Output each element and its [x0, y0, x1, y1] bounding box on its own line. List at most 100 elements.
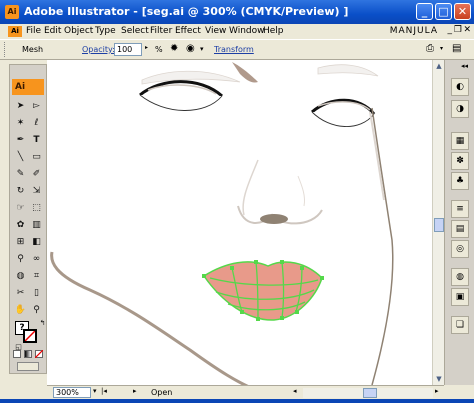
eyedropper-tool-icon[interactable]: ⚲	[14, 253, 27, 265]
cheek-outline	[371, 107, 394, 385]
graphic-styles-panel-button[interactable]: ▣	[451, 288, 469, 306]
printer-dropdown-icon[interactable]: ▾	[440, 45, 443, 52]
magic-wand-tool-icon[interactable]: ✶	[14, 117, 27, 129]
menu-bar: Ai File Edit Object Type Select Filter E…	[0, 24, 474, 39]
menu-edit[interactable]: Edit	[44, 26, 61, 36]
free-transform-tool-icon[interactable]: ⬚	[30, 202, 43, 214]
horizontal-scroll-thumb[interactable]	[363, 388, 377, 398]
grip-handle[interactable]	[4, 42, 7, 57]
printer-icon[interactable]: ⎙	[426, 43, 434, 54]
live-paint-tool-icon[interactable]: ◍	[14, 270, 27, 282]
sun-icon[interactable]: ✹	[170, 43, 178, 54]
mesh-tool-icon[interactable]: ⊞	[14, 236, 27, 248]
percent-label: %	[155, 45, 163, 54]
style-dropdown-icon[interactable]: ▾	[200, 45, 204, 53]
right-panel-dock: ◂◂ ◐ ◑ ▦ ✽ ♣ ≡ ▤ ◎ ◍ ▣ ❏	[444, 60, 474, 385]
scroll-right-icon[interactable]: ▸	[435, 387, 439, 395]
paintbrush-tool-icon[interactable]: ✎	[14, 168, 27, 180]
menu-type[interactable]: Type	[95, 26, 116, 36]
app-icon: Ai	[5, 5, 19, 19]
screen-mode-button[interactable]	[17, 362, 39, 371]
brushes-panel-button[interactable]: ✽	[451, 152, 469, 170]
toolbox-panel: Ai ➤ ▻ ✶ ℓ ✒ T ╲ ▭ ✎ ✐ ↻ ⇲ ☞ ⬚ ✿ ▥ ⊞ ◧ ⚲…	[9, 64, 47, 374]
opacity-link[interactable]: Opacity:	[82, 45, 115, 54]
pen-tool-icon[interactable]: ✒	[14, 134, 27, 146]
scissors-tool-icon[interactable]: ✂	[14, 287, 27, 299]
palette-menu-icon[interactable]: ▤	[452, 43, 461, 54]
scale-tool-icon[interactable]: ⇲	[30, 185, 43, 197]
nose-side	[297, 175, 305, 207]
opacity-dropdown-icon[interactable]: ▸	[145, 44, 148, 51]
lasso-tool-icon[interactable]: ℓ	[30, 117, 43, 129]
vertical-scroll-thumb[interactable]	[434, 218, 444, 232]
document-icon[interactable]: Ai	[8, 26, 22, 37]
menu-filter[interactable]: Filter	[150, 26, 172, 36]
color-panel-button[interactable]: ◐	[451, 78, 469, 96]
horizontal-scrollbar[interactable]	[303, 388, 433, 398]
toolbox-logo: Ai	[12, 79, 44, 95]
menu-effect[interactable]: Effect	[175, 26, 201, 36]
rectangle-tool-icon[interactable]: ▭	[30, 151, 43, 163]
doc-minimize-icon[interactable]: _	[448, 25, 453, 35]
color-guide-panel-button[interactable]: ◑	[451, 100, 469, 118]
menu-select[interactable]: Select	[121, 26, 149, 36]
lips-mesh-object[interactable]	[202, 261, 323, 321]
doc-restore-icon[interactable]: ❐	[454, 25, 462, 35]
menu-window[interactable]: Window	[229, 26, 265, 36]
selection-tool-icon[interactable]: ➤	[14, 100, 27, 112]
close-button[interactable]: ✕	[454, 3, 471, 20]
expand-panels-icon[interactable]: ◂◂	[461, 62, 468, 70]
rotate-tool-icon[interactable]: ↻	[14, 185, 27, 197]
vertical-scrollbar[interactable]: ▲ ▼	[432, 60, 444, 385]
menu-view[interactable]: View	[205, 26, 226, 36]
zoom-dropdown-icon[interactable]: ▾	[93, 387, 97, 395]
control-bar: Mesh Opacity: 100 ▸ % ✹ ◉ ▾ Transform ⎙ …	[0, 39, 474, 60]
status-bar: 300% ▾ |◂ ▸ Open ◂ ▸	[47, 385, 444, 399]
direct-selection-tool-icon[interactable]: ▻	[30, 100, 43, 112]
menu-help[interactable]: Help	[263, 26, 284, 36]
gradient-tool-icon[interactable]: ◧	[30, 236, 43, 248]
symbol-sprayer-tool-icon[interactable]: ✿	[14, 219, 27, 231]
none-mode-button[interactable]	[35, 350, 43, 358]
menu-file[interactable]: File	[26, 26, 41, 36]
symbols-panel-button[interactable]: ♣	[451, 172, 469, 190]
swatches-panel-button[interactable]: ▦	[451, 132, 469, 150]
stroke-panel-button[interactable]: ≡	[451, 200, 469, 218]
zoom-field[interactable]: 300%	[53, 387, 91, 398]
warp-tool-icon[interactable]: ☞	[14, 202, 27, 214]
hand-tool-icon[interactable]: ✋	[14, 304, 27, 316]
window-bottom-border	[0, 399, 474, 403]
artboard-canvas[interactable]	[47, 60, 432, 385]
first-artboard-icon[interactable]: |◂	[101, 387, 107, 395]
transform-link[interactable]: Transform	[214, 45, 254, 54]
cheek-highlight	[369, 111, 385, 201]
none-slash-icon	[25, 331, 35, 341]
scroll-left-icon[interactable]: ◂	[293, 387, 297, 395]
pencil-tool-icon[interactable]: ✐	[30, 168, 43, 180]
style-swatch-icon[interactable]: ◉	[186, 43, 195, 54]
blend-tool-icon[interactable]: ∞	[30, 253, 43, 265]
doc-close-icon[interactable]: ✕	[463, 25, 471, 35]
nose-bridge	[242, 159, 259, 216]
title-bar: Ai Adobe Illustrator - [seg.ai @ 300% (C…	[0, 0, 474, 24]
layers-panel-button[interactable]: ❏	[451, 316, 469, 334]
slice-tool-icon[interactable]: ⌗	[30, 270, 43, 282]
maximize-button[interactable]: □	[435, 3, 452, 20]
line-tool-icon[interactable]: ╲	[14, 151, 27, 163]
appearance-panel-button[interactable]: ◍	[451, 268, 469, 286]
zoom-tool-icon[interactable]: ⚲	[30, 304, 43, 316]
column-graph-tool-icon[interactable]: ▥	[30, 219, 43, 231]
transparency-panel-button[interactable]: ◎	[451, 240, 469, 258]
eraser-tool-icon[interactable]: ▯	[30, 287, 43, 299]
opacity-field[interactable]: 100	[114, 43, 142, 56]
current-tool-label: Mesh	[22, 45, 44, 54]
minimize-button[interactable]: _	[416, 3, 433, 20]
gradient-panel-button[interactable]: ▤	[451, 220, 469, 238]
gradient-mode-button[interactable]	[24, 350, 32, 358]
menu-object[interactable]: Object	[64, 26, 93, 36]
left-brow-shadow	[232, 62, 258, 83]
type-tool-icon[interactable]: T	[30, 134, 43, 146]
stroke-swatch[interactable]	[23, 329, 37, 343]
color-mode-button[interactable]	[13, 350, 21, 358]
status-dropdown-icon[interactable]: ▸	[133, 387, 137, 395]
